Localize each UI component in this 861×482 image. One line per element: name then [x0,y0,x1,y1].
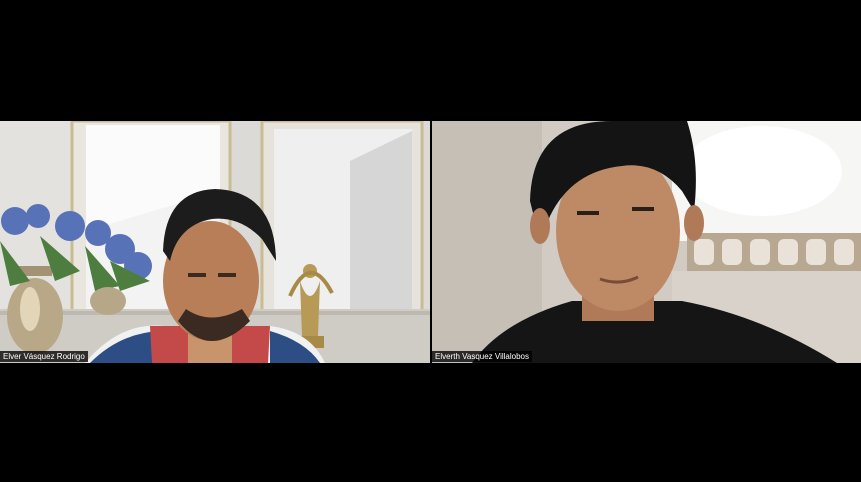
participant-name-label: Elver Vásquez Rodrigo [0,351,88,362]
participant-name-label: Elverth Vasquez Villalobos [432,351,532,362]
participant-video-feed [432,121,861,363]
participant-video-tile[interactable]: Elver Vásquez Rodrigo [0,121,430,363]
video-call-gallery: Elver Vásquez Rodrigo Elverth Vasquez Vi… [0,0,861,482]
participant-video-feed [0,121,430,363]
participant-video-tile[interactable]: Elverth Vasquez Villalobos [432,121,861,363]
